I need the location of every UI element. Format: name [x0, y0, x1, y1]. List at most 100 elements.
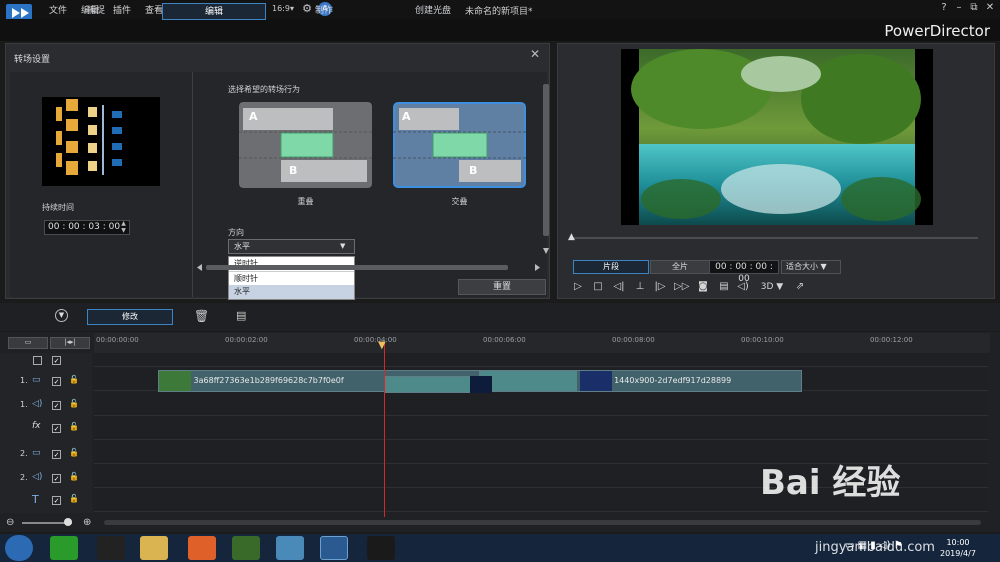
- edit-list-icon[interactable]: ▤: [236, 309, 246, 322]
- track-enable-checkbox[interactable]: ✓: [52, 356, 61, 365]
- clock-date: 2019/4/7: [940, 549, 976, 558]
- fast-forward-icon[interactable]: ▷▷: [674, 280, 689, 294]
- previous-frame-icon[interactable]: ◁|: [612, 280, 626, 294]
- lock-icon[interactable]: 🔓: [69, 472, 79, 481]
- next-frame-icon[interactable]: |▷: [653, 280, 667, 294]
- chevron-down-icon[interactable]: ▼: [55, 309, 68, 322]
- track-header-fx: fx ✓ 🔓: [0, 421, 92, 444]
- select-all-box[interactable]: [33, 356, 42, 365]
- zoom-select-value: 适合大小: [786, 262, 818, 271]
- lock-icon[interactable]: 🔓: [69, 448, 79, 457]
- full-movie-button[interactable]: 全片: [650, 260, 710, 274]
- track-enable-checkbox[interactable]: ✓: [52, 450, 61, 459]
- tab-produce[interactable]: 制作: [272, 3, 376, 20]
- track-enable-checkbox[interactable]: ✓: [52, 496, 61, 505]
- lock-icon[interactable]: 🔓: [69, 422, 79, 431]
- ruler-tick-label: 00:00:10:00: [741, 336, 784, 344]
- track-enable-checkbox[interactable]: ✓: [52, 424, 61, 433]
- taskbar-qq-icon[interactable]: [97, 536, 125, 560]
- ruler-tick-label: 00:00:12:00: [870, 336, 913, 344]
- chevron-down-icon[interactable]: ▼: [340, 242, 345, 250]
- volume-icon[interactable]: ◁): [736, 280, 750, 294]
- duration-stepper[interactable]: ▲ ▼: [117, 220, 130, 235]
- taskbar-record-icon[interactable]: [367, 536, 395, 560]
- video-clip[interactable]: 1440x900-2d7edf917d28899: [480, 370, 802, 392]
- track-number: 1.: [20, 376, 28, 385]
- preview-scrubber[interactable]: [571, 237, 978, 239]
- panel-title: 转场设置: [14, 55, 51, 65]
- title-track-icon: T: [32, 493, 39, 506]
- scrubber-handle[interactable]: ▲: [568, 232, 575, 242]
- zoom-in-icon[interactable]: ⊕: [83, 517, 91, 528]
- taskbar-clock[interactable]: 10:00 2019/4/7: [940, 537, 976, 559]
- track-lane[interactable]: [94, 417, 988, 440]
- track-enable-checkbox[interactable]: ✓: [52, 377, 61, 386]
- taskbar-app-icon[interactable]: [276, 536, 304, 560]
- tab-edit[interactable]: 编辑: [162, 3, 266, 20]
- track-lane[interactable]: [94, 353, 988, 367]
- playhead-handle[interactable]: ▼: [378, 340, 386, 351]
- tab-create-disc[interactable]: 创建光盘: [381, 3, 485, 20]
- taskbar-app-icon[interactable]: [50, 536, 78, 560]
- track-enable-checkbox[interactable]: ✓: [52, 401, 61, 410]
- restore-icon[interactable]: ⧉: [966, 2, 982, 16]
- transition-settings-panel: 转场设置 ✕ 持续时间 00 : 00 : 03 : 00 ▲ ▼ 选择希望的转场…: [5, 43, 550, 300]
- cross-tile-a: A: [402, 110, 411, 123]
- help-icon[interactable]: ?: [936, 2, 952, 16]
- split-marker-icon[interactable]: ⊥: [633, 280, 647, 294]
- transition-region[interactable]: [385, 376, 480, 393]
- undock-icon[interactable]: ⇗: [793, 280, 807, 294]
- reset-button[interactable]: 重置: [458, 279, 546, 295]
- fit-timeline-icon[interactable]: |◂▸|: [50, 337, 90, 349]
- start-button-icon[interactable]: [5, 535, 33, 561]
- option-cross[interactable]: [393, 102, 526, 188]
- segment-mode-button[interactable]: 片段: [573, 260, 649, 274]
- direction-option-cw[interactable]: 顺时针: [229, 271, 354, 285]
- trash-icon[interactable]: 🗑: [194, 309, 209, 323]
- close-icon[interactable]: ✕: [530, 47, 540, 61]
- horizontal-scrollbar[interactable]: [196, 263, 541, 272]
- direction-option-horizontal[interactable]: 水平: [229, 285, 354, 299]
- taskbar-firefox-icon[interactable]: [188, 536, 216, 560]
- brand-name: PowerDirector: [884, 22, 990, 40]
- transition-marker-icon[interactable]: [470, 376, 492, 393]
- clip-name: 1440x900-2d7edf917d28899: [614, 376, 732, 385]
- zoom-slider-handle[interactable]: [64, 518, 72, 526]
- stop-icon[interactable]: □: [591, 280, 605, 294]
- modify-button[interactable]: 修改: [87, 309, 173, 325]
- minimize-icon[interactable]: –: [951, 2, 967, 16]
- close-window-icon[interactable]: ✕: [982, 2, 998, 16]
- video-track-icon: ▭: [32, 448, 41, 458]
- taskbar-powerdirector-icon[interactable]: [320, 536, 348, 560]
- lock-icon[interactable]: 🔓: [69, 399, 79, 408]
- clip-thumbnail: [579, 371, 612, 391]
- lock-icon[interactable]: 🔓: [69, 494, 79, 503]
- track-header-audio-2: 2. ◁) ✓ 🔓: [0, 471, 92, 494]
- option-overlap[interactable]: [239, 102, 372, 188]
- direction-select[interactable]: 水平: [228, 239, 355, 254]
- track-header-video-2: 2. ▭ ✓ 🔓: [0, 447, 92, 470]
- ruler-tick-label: 00:00:06:00: [483, 336, 526, 344]
- track-enable-checkbox[interactable]: ✓: [52, 474, 61, 483]
- track-manager-icon[interactable]: ▭: [8, 337, 48, 349]
- play-icon[interactable]: ▷: [571, 280, 585, 294]
- timeline-scrollbar[interactable]: [104, 520, 981, 525]
- transition-preview-thumbnail: [42, 97, 160, 186]
- 3d-mode-toggle[interactable]: 3D ▼: [757, 280, 787, 294]
- taskbar-app-icon[interactable]: [232, 536, 260, 560]
- vertical-scrollbar[interactable]: [542, 84, 550, 264]
- zoom-select[interactable]: 适合大小 ▼: [781, 260, 841, 274]
- baidu-watermark-url: jingyan.baidu.com: [815, 540, 935, 555]
- track-number: 2.: [20, 449, 28, 458]
- taskbar-explorer-icon[interactable]: [140, 536, 168, 560]
- subtitle-icon[interactable]: ▤: [717, 280, 731, 294]
- behavior-label: 选择希望的转场行为: [228, 85, 300, 94]
- playhead[interactable]: [384, 342, 385, 517]
- snapshot-camera-icon[interactable]: ◙: [696, 280, 710, 294]
- zoom-out-icon[interactable]: ⊖: [6, 517, 14, 528]
- preview-timecode[interactable]: 00 : 00 : 00 : 00: [709, 260, 779, 284]
- tab-capture[interactable]: 捕捉: [44, 3, 148, 20]
- lock-icon[interactable]: 🔓: [69, 375, 79, 384]
- track-lane[interactable]: [94, 393, 988, 416]
- overlap-tile-b: B: [289, 164, 298, 177]
